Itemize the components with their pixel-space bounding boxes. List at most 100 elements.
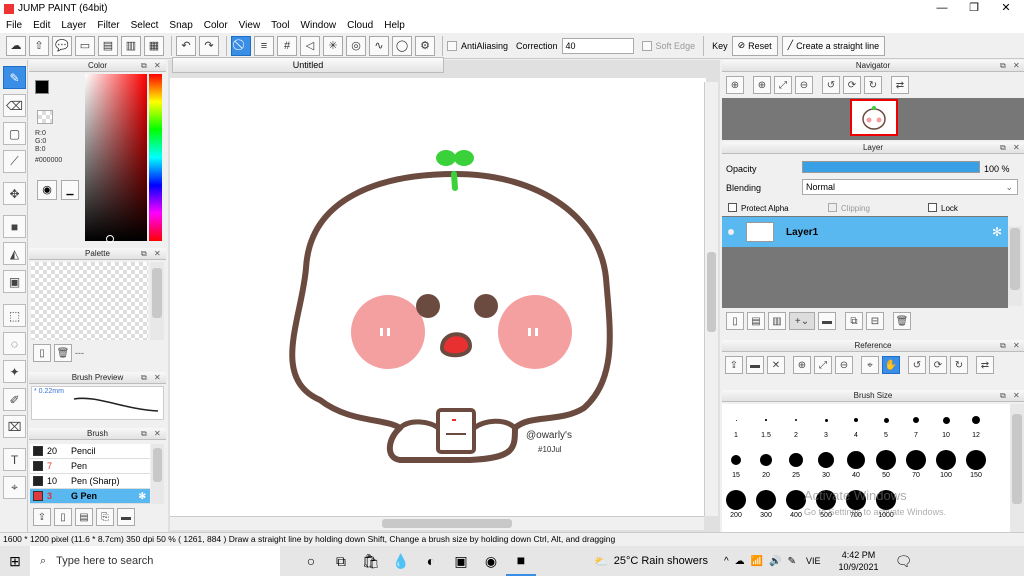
system-tray-icons[interactable]: ^☁📶🔊✎ — [724, 556, 802, 567]
brush-size-dot[interactable] — [756, 490, 776, 510]
store-icon[interactable]: 🛍 — [356, 546, 386, 576]
brush-size-dot[interactable] — [789, 453, 803, 467]
snap-radial-icon[interactable]: ✳ — [323, 35, 343, 56]
document-tab[interactable]: Untitled — [172, 57, 444, 73]
delete-palette-icon[interactable]: 🗑 — [54, 344, 72, 362]
ref-hand-icon[interactable]: ✋ — [882, 356, 900, 374]
ref-close-icon[interactable]: ✕ — [767, 356, 785, 374]
float-icon[interactable]: ⧉ — [1000, 143, 1006, 153]
comment-icon[interactable]: 💬 — [52, 35, 72, 56]
float-icon[interactable]: ⧉ — [141, 373, 147, 383]
visibility-icon[interactable] — [728, 229, 734, 235]
clipping-checkbox[interactable] — [828, 203, 837, 212]
export-icon[interactable]: ⇧ — [29, 35, 49, 56]
softedge-checkbox[interactable] — [641, 40, 652, 51]
layer-row-layer1[interactable]: Layer1 ✻ — [722, 217, 1008, 247]
menu-color[interactable]: Color — [204, 20, 228, 31]
brush-item-pen-sharp[interactable]: 10 Pen (Sharp) — [30, 474, 150, 489]
brush-size-dot[interactable] — [795, 419, 797, 421]
menu-tool[interactable]: Tool — [271, 20, 289, 31]
brush-item-g-pen[interactable]: 3G Pen ✻ — [30, 489, 150, 504]
clock[interactable]: 4:42 PM 10/9/2021 — [838, 549, 878, 573]
weather-widget[interactable]: ⛅ 25°C Rain showers — [594, 555, 708, 568]
float-icon[interactable]: ⧉ — [1000, 391, 1006, 401]
close-icon[interactable]: ✕ — [1013, 61, 1020, 70]
correction-field[interactable]: 40 — [561, 37, 634, 54]
close-button[interactable]: ✕ — [990, 0, 1022, 17]
layer-folder-icon[interactable]: ▬ — [818, 312, 836, 330]
merge-layer-icon[interactable]: ⊟ — [866, 312, 884, 330]
antialiasing-checkbox[interactable] — [447, 40, 457, 51]
taskbar-search[interactable]: ⌕ Type here to search — [30, 546, 280, 576]
brush-size-dot[interactable] — [854, 418, 858, 422]
ref-rotate-left-icon[interactable]: ↺ — [908, 356, 926, 374]
ref-zoom-in-icon[interactable]: ⊕ — [793, 356, 811, 374]
snap-settings-icon[interactable]: ⚙ — [415, 35, 435, 56]
float-icon[interactable]: ⧉ — [141, 61, 147, 71]
new-layer-1bit-icon[interactable]: ▥ — [768, 312, 786, 330]
fit-icon[interactable]: ⤢ — [774, 76, 792, 94]
menu-view[interactable]: View — [239, 20, 261, 31]
move-tool-icon[interactable]: ✥ — [3, 182, 26, 205]
hue-slider[interactable] — [149, 74, 162, 241]
close-icon[interactable]: ✕ — [154, 249, 161, 258]
layer-settings-icon[interactable]: ✻ — [992, 225, 1002, 239]
fill-shape-tool-icon[interactable]: ■ — [3, 215, 26, 238]
brush-settings-icon[interactable]: ✻ — [138, 491, 146, 502]
close-icon[interactable]: ✕ — [1013, 391, 1020, 400]
brush-size-dot[interactable] — [972, 416, 980, 424]
ref-eyedropper-icon[interactable]: ⌖ — [861, 356, 879, 374]
new-palette-icon[interactable]: ▯ — [33, 344, 51, 362]
palette-scrollbar[interactable] — [150, 262, 164, 340]
brush-add-icon[interactable]: ▤ — [75, 508, 93, 526]
brush-size-dot[interactable] — [936, 450, 956, 470]
protect-alpha-checkbox[interactable] — [728, 203, 737, 212]
palette-swatches[interactable] — [31, 262, 148, 340]
brush-size-dot[interactable] — [735, 419, 737, 421]
bucket-tool-icon[interactable]: ◭ — [3, 242, 26, 265]
undo-icon[interactable]: ↶ — [176, 35, 196, 56]
close-icon[interactable]: ✕ — [1013, 143, 1020, 152]
snap-vanish-icon[interactable]: ◁ — [300, 35, 320, 56]
float-icon[interactable]: ⧉ — [1000, 61, 1006, 71]
message-icon[interactable]: ▭ — [75, 35, 95, 56]
ref-open-icon[interactable]: ▬ — [746, 356, 764, 374]
cortana-icon[interactable]: ○ — [296, 546, 326, 576]
straight-line-button[interactable]: ╱ Create a straight line — [781, 35, 886, 56]
zoom-app-icon[interactable]: ▣ — [446, 546, 476, 576]
zoom-in-icon[interactable]: ⊕ — [726, 76, 744, 94]
windows-start-icon[interactable]: ⊞ — [0, 546, 30, 576]
menu-layer[interactable]: Layer — [61, 20, 86, 31]
drawing-canvas[interactable]: @owarly's #10Jul — [170, 78, 706, 516]
close-icon[interactable]: ✕ — [154, 373, 161, 382]
close-icon[interactable]: ✕ — [154, 61, 161, 70]
text-tool-icon[interactable]: T — [3, 448, 26, 471]
zoom-out-icon[interactable]: ⊖ — [795, 76, 813, 94]
brush-cloud-icon[interactable]: ⇪ — [33, 508, 51, 526]
brush-list-scrollbar[interactable] — [151, 444, 164, 504]
color-dropdown-icon[interactable]: ▁ — [61, 180, 79, 200]
task-view-icon[interactable]: ⧉ — [326, 546, 356, 576]
select-eraser-tool-icon[interactable]: ⌧ — [3, 415, 26, 438]
menu-edit[interactable]: Edit — [33, 20, 50, 31]
rotate-left-icon[interactable]: ↺ — [822, 76, 840, 94]
rectangle-tool-icon[interactable]: ▢ — [3, 122, 26, 145]
brush-size-scrollbar[interactable] — [1010, 404, 1024, 532]
paint-app-icon[interactable]: 💧 — [386, 546, 416, 576]
pages-icon[interactable]: ▥ — [121, 35, 141, 56]
lasso-tool-icon[interactable]: ◌ — [3, 332, 26, 355]
delete-layer-icon[interactable]: 🗑 — [893, 312, 911, 330]
brush-size-dot[interactable] — [818, 452, 834, 468]
close-icon[interactable]: ✕ — [1013, 341, 1020, 350]
ref-rotate-reset-icon[interactable]: ⟳ — [929, 356, 947, 374]
rotate-reset-icon[interactable]: ⟳ — [843, 76, 861, 94]
edge-icon[interactable]: ◐ — [416, 546, 446, 576]
navigator-viewport[interactable] — [850, 99, 898, 136]
brush-size-dot[interactable] — [966, 450, 986, 470]
snap-off-icon[interactable]: ⃠ — [231, 35, 251, 56]
brush-size-dot[interactable] — [765, 419, 767, 421]
jump-paint-taskbar-icon[interactable]: ■ — [506, 546, 536, 576]
brush-size-dot[interactable] — [760, 454, 772, 466]
float-icon[interactable]: ⧉ — [141, 249, 147, 259]
pen-tool-icon[interactable]: ✎ — [3, 66, 26, 89]
